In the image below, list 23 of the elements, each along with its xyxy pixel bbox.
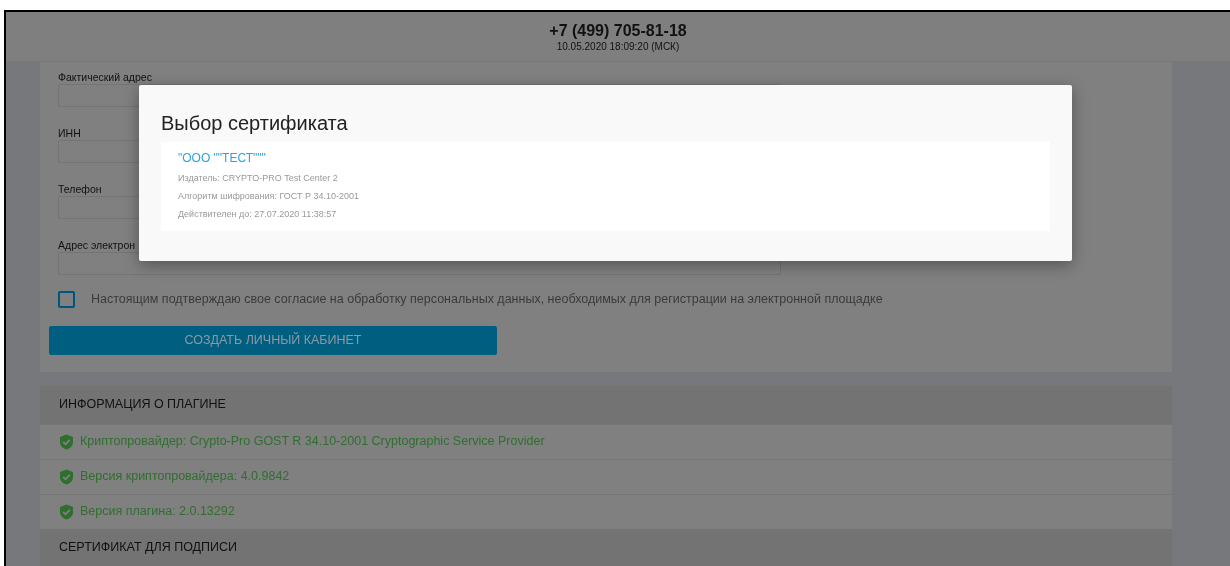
phone-number: +7 (499) 705-81-18 — [548, 22, 688, 40]
shield-check-icon — [59, 468, 74, 485]
modal-title: Выбор сертификата — [161, 111, 349, 135]
consent-text: Настоящим подтверждаю свое согласие на обработку персональных данных, необходимых для регистрации на электронной площадке — [91, 291, 883, 308]
field-label: Адрес электрон — [58, 239, 136, 251]
certificate-algorithm: Алгоритм шифрования: ГОСТ Р 34.10-2001 — [178, 190, 360, 203]
field-label: Фактический адрес — [58, 71, 152, 83]
certificate-issuer: Издатель: CRYPTO-PRO Test Center 2 — [178, 172, 338, 185]
certificate-item[interactable]: "ООО ""ТЕСТ""" Издатель: CRYPTO-PRO Test Center 2 Алгоритм шифрования: ГОСТ Р 34.10-2001 Действителен до: 27.07.2020 11:38:57 — [161, 142, 1050, 231]
checkbox[interactable] — [58, 290, 75, 308]
plugin-info-text: Версия криптопровайдера: 4.0.9842 — [80, 468, 290, 486]
field-label: Телефон — [58, 183, 102, 195]
section-header: ИНФОРМАЦИЯ О ПЛАГИНЕ — [40, 385, 1172, 424]
plugin-info-text: Версия плагина: 2.0.13292 — [80, 503, 235, 521]
plugin-info-text: Криптопровайдер: Crypto-Pro GOST R 34.10-2001 Cryptographic Service Provider — [80, 433, 545, 451]
section-header: СЕРТИФИКАТ ДЛЯ ПОДПИСИ — [40, 528, 1172, 566]
date-time: 10.05.2020 18:09:20 (МСК) — [555, 40, 681, 53]
shield-check-icon — [59, 433, 74, 450]
certificate-name: "ООО ""ТЕСТ""" — [178, 150, 266, 166]
field-label: ИНН — [58, 127, 81, 139]
create-account-button[interactable]: СОЗДАТЬ ЛИЧНЫЙ КАБИНЕТ — [49, 325, 497, 355]
certificate-expiry: Действителен до: 27.07.2020 11:38:57 — [178, 208, 337, 221]
shield-check-icon — [59, 503, 74, 520]
